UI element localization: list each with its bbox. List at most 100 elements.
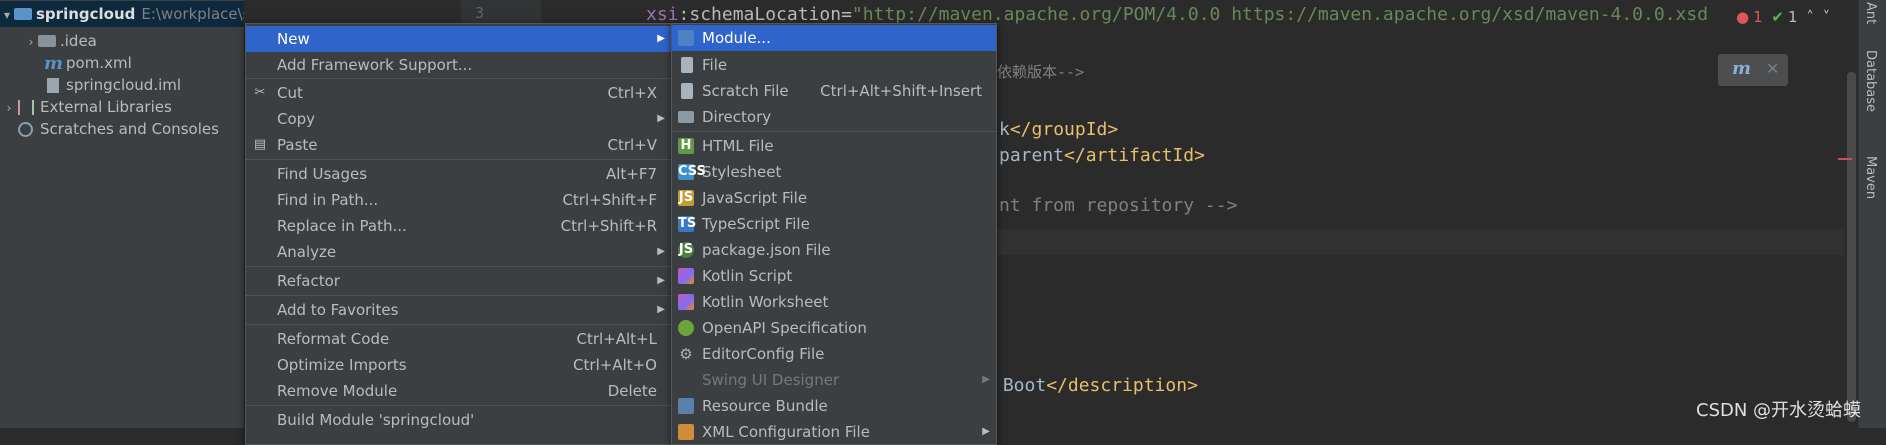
menu-item-add-to-favorites[interactable]: Add to Favorites ▶ [246, 297, 671, 323]
maven-reload-icon[interactable]: m [1732, 58, 1751, 79]
chevron-right-icon[interactable]: › [2, 95, 16, 121]
watermark: CSDN @开水烫蛤蟆 [1696, 400, 1862, 421]
menu-separator [672, 131, 996, 132]
scratch-file-icon [681, 83, 693, 99]
menu-item-kotlin-script[interactable]: Kotlin Script [672, 263, 996, 289]
new-submenu: Module... File Scratch File Ctrl+Alt+Shif… [671, 23, 997, 445]
submenu-arrow-icon: ▶ [982, 374, 990, 385]
menu-item-replace-in-path[interactable]: Replace in Path... Ctrl+Shift+R [246, 213, 671, 239]
nodejs-icon: JS [678, 242, 694, 258]
tree-item-label: External Libraries [40, 98, 172, 116]
chevron-right-icon[interactable]: › [24, 29, 38, 55]
menu-item-build-module[interactable]: Build Module 'springcloud' [246, 407, 671, 433]
javascript-file-icon: JS [678, 190, 694, 206]
code-line-description: Boot</description> [992, 375, 1198, 396]
menu-item-module[interactable]: Module... [672, 25, 996, 51]
code-comment-version: 依赖版本--> [997, 63, 1085, 81]
check-icon: ✔ [1771, 8, 1784, 26]
code-line-groupid: k</groupId> [999, 119, 1119, 140]
menu-item-editorconfig[interactable]: ⚙ EditorConfig File [672, 341, 996, 367]
error-icon: ● [1736, 8, 1750, 26]
menu-item-optimize-imports[interactable]: Optimize Imports Ctrl+Alt+O [246, 352, 671, 378]
menu-item-stylesheet[interactable]: CSS Stylesheet [672, 159, 996, 185]
tree-item-label: .idea [60, 32, 97, 50]
menu-item-remove-module[interactable]: Remove Module Delete [246, 378, 671, 404]
menu-item-resource-bundle[interactable]: Resource Bundle [672, 393, 996, 419]
menu-item-openapi[interactable]: OpenAPI Specification [672, 315, 996, 341]
menu-item-paste[interactable]: ▤ Paste Ctrl+V [246, 132, 671, 158]
menu-separator [246, 266, 671, 267]
folder-icon [678, 111, 694, 123]
menu-separator [246, 159, 671, 160]
kotlin-icon [678, 268, 694, 284]
inspection-widget[interactable]: ● 1 ✔ 1 ˄ ˅ [1736, 6, 1834, 28]
maven-icon: m [44, 53, 64, 74]
file-icon [681, 57, 693, 73]
tool-window-maven[interactable]: Maven [1863, 156, 1878, 199]
chevron-down-icon[interactable]: ▾ [0, 2, 14, 28]
menu-item-directory[interactable]: Directory [672, 104, 996, 130]
scissors-icon: ✂ [254, 85, 266, 100]
tool-window-database[interactable]: Database [1863, 50, 1878, 112]
menu-separator [246, 405, 671, 406]
gear-icon: ⚙ [679, 345, 693, 363]
menu-item-xml-configuration[interactable]: XML Configuration File ▶ [672, 419, 996, 445]
chevron-up-icon[interactable]: ˄ [1806, 8, 1814, 26]
submenu-arrow-icon: ▶ [657, 275, 665, 286]
html-file-icon: H [678, 138, 694, 154]
menu-item-html-file[interactable]: H HTML File [672, 133, 996, 159]
ok-count: 1 [1788, 8, 1798, 26]
project-context-menu: New ▶ Add Framework Support... ✂ Cut Ctrl+X… [245, 23, 672, 445]
menu-item-javascript-file[interactable]: JS JavaScript File [672, 185, 996, 211]
menu-item-package-json[interactable]: JS package.json File [672, 237, 996, 263]
tree-item-root[interactable]: ▾ springcloud E:\workplace\springcloud [0, 1, 244, 27]
tool-window-ant[interactable]: Ant [1863, 2, 1878, 24]
menu-item-find-usages[interactable]: Find Usages Alt+F7 [246, 161, 671, 187]
menu-item-scratch-file[interactable]: Scratch File Ctrl+Alt+Shift+Insert [672, 78, 996, 104]
error-stripe-marker[interactable] [1838, 158, 1852, 160]
module-folder-icon [14, 7, 32, 20]
close-icon[interactable]: ✕ [1766, 59, 1779, 78]
typescript-file-icon: TS [678, 216, 697, 232]
menu-item-copy[interactable]: Copy ▶ [246, 106, 671, 132]
menu-separator [246, 295, 671, 296]
resource-bundle-icon [678, 398, 694, 414]
maven-load-popup: m ✕ [1718, 54, 1788, 86]
right-tool-bar: Ant Database Maven [1858, 0, 1886, 428]
menu-item-find-in-path[interactable]: Find in Path... Ctrl+Shift+F [246, 187, 671, 213]
menu-item-reformat-code[interactable]: Reformat Code Ctrl+Alt+L [246, 326, 671, 352]
library-icon [18, 100, 34, 115]
menu-item-analyze[interactable]: Analyze ▶ [246, 239, 671, 265]
menu-separator [246, 78, 671, 79]
scratches-icon [18, 122, 33, 137]
menu-item-file[interactable]: File [672, 52, 996, 78]
root-path: E:\workplace\springcloud [141, 5, 244, 23]
iml-file-icon [47, 78, 59, 93]
module-icon [678, 30, 694, 46]
menu-item-cut[interactable]: ✂ Cut Ctrl+X [246, 80, 671, 106]
tree-item-label: Scratches and Consoles [40, 120, 219, 138]
menu-item-swing-ui-designer: Swing UI Designer ▶ [672, 367, 996, 393]
submenu-arrow-icon: ▶ [657, 304, 665, 315]
menu-item-new[interactable]: New ▶ [246, 26, 671, 52]
code-line-artifactid: parent</artifactId> [999, 145, 1205, 166]
line-number: 3 [475, 4, 485, 22]
submenu-arrow-icon: ▶ [657, 33, 665, 44]
folder-icon [38, 34, 56, 47]
submenu-arrow-icon: ▶ [657, 246, 665, 257]
menu-item-kotlin-worksheet[interactable]: Kotlin Worksheet [672, 289, 996, 315]
clipboard-icon: ▤ [253, 137, 267, 152]
code-comment-repository: nt from repository --> [999, 195, 1238, 216]
menu-item-add-framework[interactable]: Add Framework Support... [246, 52, 671, 78]
editor-scrollbar[interactable] [1838, 0, 1858, 428]
css-file-icon: CSS [678, 164, 706, 180]
submenu-arrow-icon: ▶ [657, 113, 665, 124]
chevron-down-icon[interactable]: ˅ [1823, 8, 1831, 26]
tree-item-scratches[interactable]: Scratches and Consoles [16, 116, 219, 142]
scrollbar-thumb[interactable] [1847, 72, 1856, 422]
menu-item-refactor[interactable]: Refactor ▶ [246, 268, 671, 294]
error-count: 1 [1753, 8, 1763, 26]
menu-item-typescript-file[interactable]: TS TypeScript File [672, 211, 996, 237]
xml-file-icon [678, 424, 694, 440]
kotlin-icon [678, 294, 694, 310]
